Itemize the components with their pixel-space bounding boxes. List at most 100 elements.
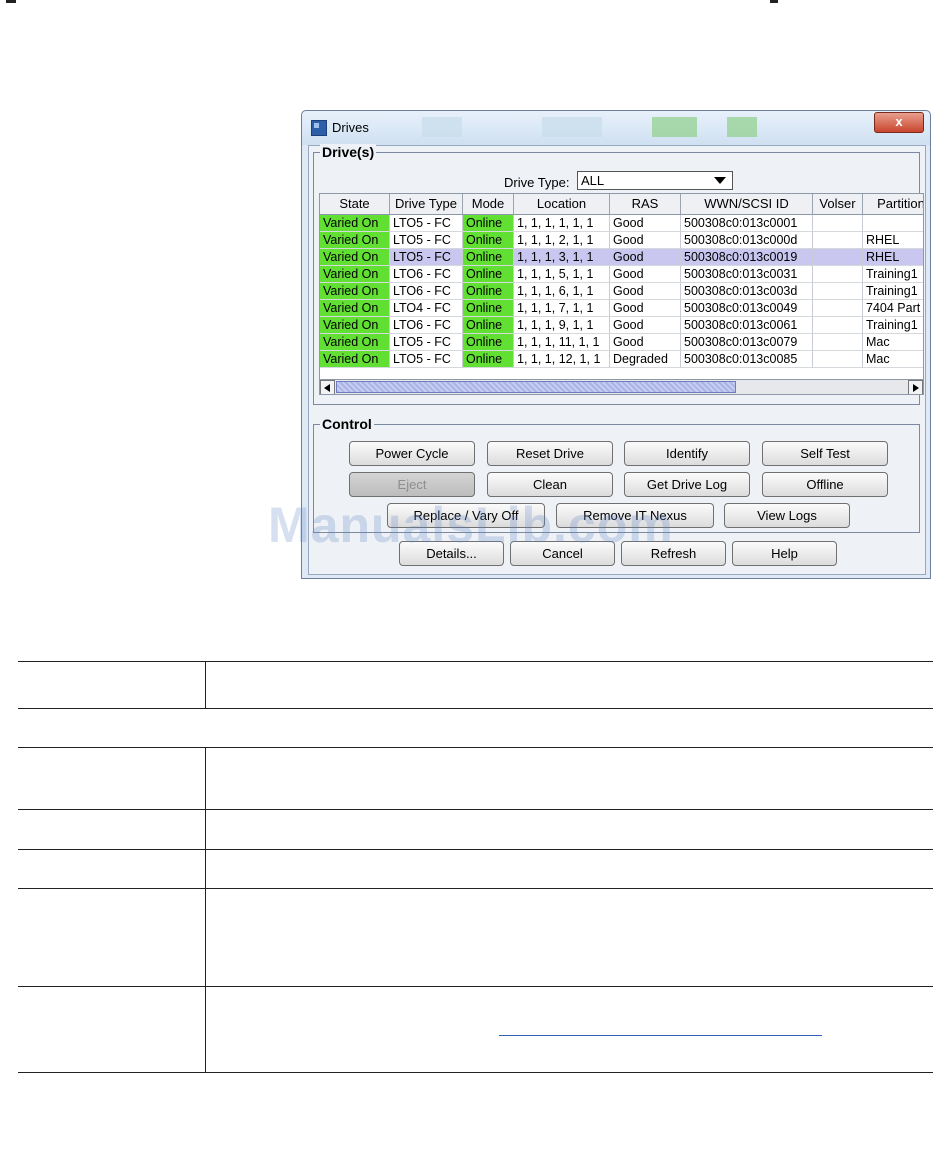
cell-drive-type: LTO5 - FC	[390, 334, 463, 351]
cell-mode: Online	[463, 232, 514, 249]
title-bar-decoration	[727, 117, 757, 137]
cell-partition: Training1	[863, 317, 923, 334]
cell-state: Varied On	[320, 232, 390, 249]
offline-button[interactable]: Offline	[762, 472, 888, 497]
title-bar-decoration	[422, 117, 462, 137]
cell-wwn: 500308c0:013c0085	[681, 351, 813, 368]
cell-volser	[813, 215, 863, 232]
drive-type-value: ALL	[581, 173, 605, 188]
cell-volser	[813, 317, 863, 334]
cell-state: Varied On	[320, 300, 390, 317]
table-row[interactable]: Varied On LTO6 - FC Online 1, 1, 1, 6, 1…	[320, 283, 923, 300]
doc-table-rule	[18, 708, 933, 709]
cell-drive-type: LTO5 - FC	[390, 215, 463, 232]
column-header-volser[interactable]: Volser	[813, 194, 863, 214]
cell-wwn: 500308c0:013c000d	[681, 232, 813, 249]
cell-volser	[813, 232, 863, 249]
cell-ras: Good	[610, 266, 681, 283]
table-row[interactable]: Varied On LTO5 - FC Online 1, 1, 1, 12, …	[320, 351, 923, 368]
clean-button[interactable]: Clean	[487, 472, 613, 497]
column-header-drive-type[interactable]: Drive Type	[390, 194, 463, 214]
cell-mode: Online	[463, 266, 514, 283]
title-bar[interactable]: Drives x	[302, 111, 930, 145]
title-bar-decoration	[652, 117, 697, 137]
cell-location: 1, 1, 1, 2, 1, 1	[514, 232, 610, 249]
scroll-right-arrow-icon[interactable]	[908, 380, 923, 394]
table-row[interactable]: Varied On LTO4 - FC Online 1, 1, 1, 7, 1…	[320, 300, 923, 317]
doc-table-rule	[18, 986, 933, 987]
cell-location: 1, 1, 1, 1, 1, 1	[514, 215, 610, 232]
cell-location: 1, 1, 1, 6, 1, 1	[514, 283, 610, 300]
cell-state: Varied On	[320, 283, 390, 300]
column-header-wwn[interactable]: WWN/SCSI ID	[681, 194, 813, 214]
view-logs-button[interactable]: View Logs	[724, 503, 850, 528]
cell-wwn: 500308c0:013c0031	[681, 266, 813, 283]
cell-partition: RHEL	[863, 232, 923, 249]
cell-volser	[813, 283, 863, 300]
table-header: State Drive Type Mode Location RAS WWN/S…	[320, 194, 923, 215]
cell-partition: Mac	[863, 351, 923, 368]
table-row[interactable]: Varied On LTO5 - FC Online 1, 1, 1, 11, …	[320, 334, 923, 351]
cell-ras: Good	[610, 232, 681, 249]
scrollbar-thumb[interactable]	[336, 381, 736, 393]
cell-partition: Training1	[863, 266, 923, 283]
doc-table-divider	[205, 661, 206, 708]
drive-type-select[interactable]: ALL	[577, 171, 733, 190]
page-top-mark	[6, 0, 16, 3]
doc-table-rule	[18, 849, 933, 850]
doc-hyperlink-underline[interactable]	[499, 1035, 822, 1036]
cell-location: 1, 1, 1, 12, 1, 1	[514, 351, 610, 368]
cell-drive-type: LTO5 - FC	[390, 351, 463, 368]
cell-volser	[813, 266, 863, 283]
cell-location: 1, 1, 1, 5, 1, 1	[514, 266, 610, 283]
column-header-partition[interactable]: Partition	[863, 194, 923, 214]
doc-table-rule	[18, 661, 933, 662]
table-row[interactable]: Varied On LTO5 - FC Online 1, 1, 1, 1, 1…	[320, 215, 923, 232]
cell-location: 1, 1, 1, 3, 1, 1	[514, 249, 610, 266]
cell-partition: RHEL	[863, 249, 923, 266]
self-test-button[interactable]: Self Test	[762, 441, 888, 466]
doc-table-rule	[18, 1072, 933, 1073]
cell-location: 1, 1, 1, 9, 1, 1	[514, 317, 610, 334]
cell-ras: Good	[610, 249, 681, 266]
column-header-mode[interactable]: Mode	[463, 194, 514, 214]
column-header-location[interactable]: Location	[514, 194, 610, 214]
cell-drive-type: LTO4 - FC	[390, 300, 463, 317]
cell-ras: Degraded	[610, 351, 681, 368]
doc-table-divider	[205, 747, 206, 1072]
cell-partition: Training1	[863, 283, 923, 300]
scroll-left-arrow-icon[interactable]	[320, 380, 335, 394]
close-button[interactable]: x	[874, 112, 924, 133]
eject-button[interactable]: Eject	[349, 472, 475, 497]
cell-partition: Mac	[863, 334, 923, 351]
cell-wwn: 500308c0:013c0079	[681, 334, 813, 351]
identify-button[interactable]: Identify	[624, 441, 750, 466]
cell-drive-type: LTO6 - FC	[390, 317, 463, 334]
table-row[interactable]: Varied On LTO5 - FC Online 1, 1, 1, 2, 1…	[320, 232, 923, 249]
table-row[interactable]: Varied On LTO6 - FC Online 1, 1, 1, 5, 1…	[320, 266, 923, 283]
help-button[interactable]: Help	[732, 541, 837, 566]
cell-drive-type: LTO6 - FC	[390, 283, 463, 300]
cell-drive-type: LTO5 - FC	[390, 232, 463, 249]
cell-ras: Good	[610, 300, 681, 317]
cell-volser	[813, 334, 863, 351]
horizontal-scrollbar[interactable]	[320, 379, 923, 394]
get-drive-log-button[interactable]: Get Drive Log	[624, 472, 750, 497]
power-cycle-button[interactable]: Power Cycle	[349, 441, 475, 466]
window-title: Drives	[332, 120, 369, 135]
watermark: ManualsLib.com	[268, 497, 674, 553]
cell-mode: Online	[463, 283, 514, 300]
doc-table-rule	[18, 888, 933, 889]
column-header-state[interactable]: State	[320, 194, 390, 214]
cell-mode: Online	[463, 351, 514, 368]
reset-drive-button[interactable]: Reset Drive	[487, 441, 613, 466]
table-row[interactable]: Varied On LTO6 - FC Online 1, 1, 1, 9, 1…	[320, 317, 923, 334]
cell-ras: Good	[610, 317, 681, 334]
title-bar-decoration	[542, 117, 602, 137]
cell-ras: Good	[610, 215, 681, 232]
cell-mode: Online	[463, 300, 514, 317]
column-header-ras[interactable]: RAS	[610, 194, 681, 214]
cell-state: Varied On	[320, 249, 390, 266]
cell-location: 1, 1, 1, 7, 1, 1	[514, 300, 610, 317]
table-row-selected[interactable]: Varied On LTO5 - FC Online 1, 1, 1, 3, 1…	[320, 249, 923, 266]
